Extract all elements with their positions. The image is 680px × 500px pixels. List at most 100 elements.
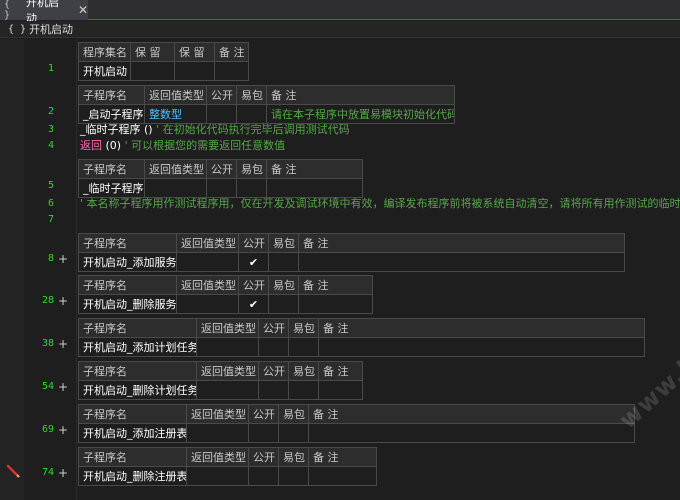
return-type-cell[interactable]	[176, 252, 239, 272]
epack-cell[interactable]	[236, 178, 267, 198]
breadcrumb-label: 开机启动	[29, 23, 74, 36]
sub-name-cell[interactable]: 开机启动_删除计划任务	[78, 380, 197, 400]
public-checkmark-icon[interactable]: ✔	[238, 294, 269, 314]
return-type-cell[interactable]	[144, 178, 207, 198]
table-row[interactable]: 开机启动_添加注册表	[78, 423, 635, 443]
note-cell[interactable]	[214, 61, 249, 81]
header-cell: 易包	[288, 361, 319, 381]
table-row[interactable]: 开机启动_删除注册表	[78, 466, 377, 486]
public-cell[interactable]	[206, 178, 237, 198]
sub-table: 子程序名 返回值类型 公开 易包 备 注 开机启动_添加注册表	[78, 404, 635, 443]
breadcrumb[interactable]: { } 开机启动	[0, 21, 680, 38]
sub-table: 子程序名 返回值类型 公开 易包 备 注 开机启动_删除注册表	[78, 447, 377, 486]
line-number: 54	[41, 381, 54, 392]
table-row[interactable]: 开机启动_删除服务 ✔	[78, 294, 373, 314]
header-cell: 返回值类型	[144, 159, 207, 179]
public-cell[interactable]	[248, 466, 279, 486]
return-type-cell[interactable]	[186, 423, 249, 443]
return-type-cell[interactable]	[186, 466, 249, 486]
braces-icon: { }	[4, 0, 11, 21]
table-row[interactable]: 开机启动_添加计划任务	[78, 337, 645, 357]
program-set-name-cell[interactable]: 开机启动	[78, 61, 131, 81]
table-header-row: 子程序名 返回值类型 公开 易包 备 注	[78, 233, 625, 253]
expand-toggle-icon[interactable]: +	[58, 294, 68, 308]
table-row[interactable]: _临时子程序	[78, 178, 363, 198]
public-cell[interactable]	[258, 380, 289, 400]
table-row[interactable]: _启动子程序 整数型 请在本子程序中放置易模块初始化代码	[78, 104, 455, 124]
header-cell: 保 留	[174, 42, 215, 62]
return-type-cell[interactable]	[176, 294, 239, 314]
header-cell: 公开	[238, 233, 269, 253]
note-cell[interactable]	[298, 252, 625, 272]
line-number: 2	[47, 106, 54, 117]
sub-name-cell[interactable]: 开机启动_添加服务	[78, 252, 177, 272]
header-cell: 易包	[236, 85, 267, 105]
epack-cell[interactable]	[268, 252, 299, 272]
table-header-row: 子程序名 返回值类型 公开 易包 备 注	[78, 447, 377, 467]
header-cell: 易包	[278, 447, 309, 467]
expand-toggle-icon[interactable]: +	[58, 337, 68, 351]
table-row[interactable]: 开机启动_添加服务 ✔	[78, 252, 625, 272]
code-line-3[interactable]: _临时子程序 () ' 在初始化代码执行完毕后调用测试代码	[80, 123, 350, 137]
header-cell: 子程序名	[78, 447, 187, 467]
public-cell[interactable]	[248, 423, 279, 443]
sub-name-cell[interactable]: 开机启动_添加注册表	[78, 423, 187, 443]
header-cell: 备 注	[308, 447, 377, 467]
table-header-row: 子程序名 返回值类型 公开 易包 备 注	[78, 159, 363, 179]
reserved-cell[interactable]	[174, 61, 215, 81]
reserved-cell[interactable]	[130, 61, 175, 81]
line-number: 1	[47, 63, 54, 74]
epack-cell[interactable]	[288, 380, 319, 400]
close-icon[interactable]: ✕	[78, 3, 88, 17]
code-line-6[interactable]: ' 本名称子程序用作测试程序用，仅在开发及调试环境中有效，编译发布程序前将被系统…	[80, 197, 680, 211]
expand-toggle-icon[interactable]: +	[58, 466, 68, 480]
line-number: 8	[47, 253, 54, 264]
code-line-4[interactable]: 返回 (0) ' 可以根据您的需要返回任意数值	[80, 139, 285, 153]
expand-toggle-icon[interactable]: +	[58, 423, 68, 437]
epack-cell[interactable]	[278, 423, 309, 443]
table-row[interactable]: 开机启动	[78, 61, 249, 81]
epack-cell[interactable]	[236, 104, 267, 124]
header-cell: 公开	[258, 361, 289, 381]
header-cell: 保 留	[130, 42, 175, 62]
public-cell[interactable]	[206, 104, 237, 124]
expand-toggle-icon[interactable]: +	[58, 252, 68, 266]
note-cell[interactable]	[308, 423, 635, 443]
note-cell[interactable]	[298, 294, 373, 314]
header-cell: 返回值类型	[196, 361, 259, 381]
note-cell[interactable]	[308, 466, 377, 486]
header-cell: 公开	[258, 318, 289, 338]
header-cell: 公开	[248, 447, 279, 467]
sub-name-cell[interactable]: 开机启动_删除服务	[78, 294, 177, 314]
table-header-row: 子程序名 返回值类型 公开 易包 备 注	[78, 404, 635, 424]
note-cell[interactable]	[318, 337, 645, 357]
public-checkmark-icon[interactable]: ✔	[238, 252, 269, 272]
note-cell[interactable]	[318, 380, 363, 400]
return-type-cell[interactable]	[196, 380, 259, 400]
header-cell: 备 注	[298, 275, 373, 295]
header-cell: 返回值类型	[144, 85, 207, 105]
startup-sub-table: 子程序名 返回值类型 公开 易包 备 注 _启动子程序 整数型 请在本子程序中放…	[78, 85, 455, 124]
tab-kaiji-qidong[interactable]: { } 开机启动 ✕	[0, 0, 88, 25]
sub-name-cell[interactable]: _临时子程序	[78, 178, 145, 198]
header-cell: 备 注	[214, 42, 249, 62]
header-cell: 公开	[248, 404, 279, 424]
return-arg: (0)	[105, 139, 122, 152]
sub-name-cell[interactable]: 开机启动_删除注册表	[78, 466, 187, 486]
header-cell: 子程序名	[78, 361, 197, 381]
header-cell: 公开	[238, 275, 269, 295]
note-cell[interactable]: 请在本子程序中放置易模块初始化代码	[266, 104, 455, 124]
epack-cell[interactable]	[278, 466, 309, 486]
return-type-cell[interactable]	[196, 337, 259, 357]
epack-cell[interactable]	[268, 294, 299, 314]
line-number: 28	[41, 295, 54, 306]
epack-cell[interactable]	[288, 337, 319, 357]
table-row[interactable]: 开机启动_删除计划任务	[78, 380, 363, 400]
return-type-cell[interactable]: 整数型	[144, 104, 207, 124]
sub-name-cell[interactable]: 开机启动_添加计划任务	[78, 337, 197, 357]
public-cell[interactable]	[258, 337, 289, 357]
sub-name-cell[interactable]: _启动子程序	[78, 104, 145, 124]
expand-toggle-icon[interactable]: +	[58, 380, 68, 394]
table-header-row: 程序集名 保 留 保 留 备 注	[78, 42, 249, 62]
note-cell[interactable]	[266, 178, 363, 198]
